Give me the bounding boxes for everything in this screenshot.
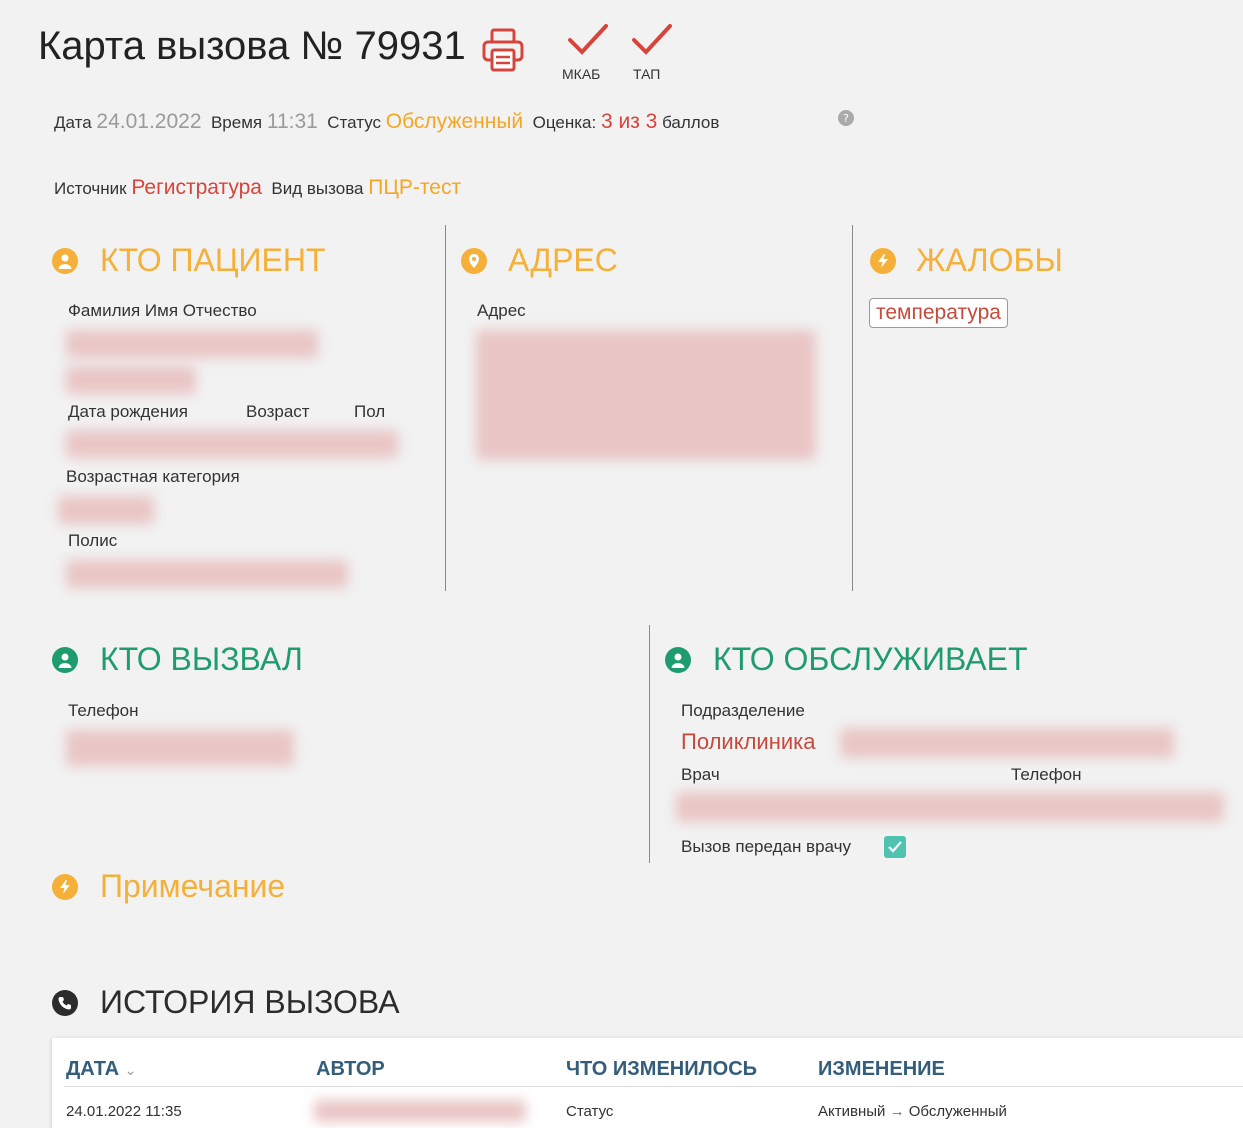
arrow-right-icon: → (889, 1103, 905, 1120)
check-icon (888, 841, 902, 853)
svg-text:?: ? (843, 112, 849, 125)
source-row: Источник Регистратура Вид вызова ПЦР-тес… (54, 176, 461, 200)
caller-heading: КТО ВЫЗВАЛ (100, 641, 303, 677)
fio-value (66, 330, 318, 358)
phone-history-icon (52, 990, 78, 1016)
history-heading: ИСТОРИЯ ВЫЗОВА (100, 984, 400, 1020)
col-change-header[interactable]: ИЗМЕНЕНИЕ (818, 1058, 945, 1081)
date-value: 24.01.2022 (96, 110, 202, 133)
patient-heading: КТО ПАЦИЕНТ (100, 242, 326, 278)
divider (445, 225, 446, 591)
age-label: Возраст (246, 402, 310, 421)
page-title: Карта вызова № 79931 (38, 24, 466, 68)
call-type-value: ПЦР-тест (368, 176, 462, 199)
time-label: Время (210, 113, 263, 132)
user-icon (52, 248, 78, 274)
user-icon (665, 647, 691, 673)
col-what-header[interactable]: ЧТО ИЗМЕНИЛОСЬ (566, 1058, 757, 1081)
fio-value (66, 366, 196, 394)
caller-phone-value (66, 730, 294, 766)
policy-label: Полис (68, 531, 118, 550)
row-what: Статус (566, 1103, 614, 1120)
printer-icon[interactable] (480, 26, 528, 74)
age-category-label: Возрастная категория (66, 467, 240, 486)
age-category-value (58, 496, 154, 524)
lightning-icon (870, 248, 896, 274)
division-detail (840, 728, 1174, 758)
source-label: Источник (54, 179, 127, 198)
doctor-value (676, 792, 1224, 822)
address-value (476, 330, 816, 460)
caller-phone-label: Телефон (68, 701, 139, 720)
row-change: Активный → Обслуженный (818, 1103, 1007, 1120)
rating-label: Оценка: (532, 113, 597, 132)
dob-label: Дата рождения (68, 402, 188, 421)
col-author-header[interactable]: АВТОР (316, 1058, 385, 1081)
col-date-header[interactable]: ДАТА ⌄ (66, 1058, 136, 1081)
sort-down-icon: ⌄ (124, 1062, 137, 1078)
row-change-from: Активный (818, 1103, 886, 1120)
rating-unit: баллов (662, 113, 720, 132)
time-value: 11:31 (266, 110, 318, 133)
transferred-checkbox[interactable] (884, 836, 906, 858)
fio-label: Фамилия Имя Отчество (68, 301, 257, 320)
header-divider (64, 1086, 1243, 1087)
divider (852, 225, 853, 591)
location-pin-icon (461, 248, 487, 274)
complaint-tag[interactable]: температура (869, 298, 1008, 328)
history-table: ДАТА ⌄ АВТОР ЧТО ИЗМЕНИЛОСЬ ИЗМЕНЕНИЕ 24… (52, 1038, 1243, 1128)
address-heading: АДРЕС (508, 242, 618, 278)
date-label: Дата (54, 113, 92, 132)
division-value: Поликлиника (681, 729, 816, 754)
user-icon (52, 647, 78, 673)
rating-value: 3 из 3 (600, 110, 658, 133)
sex-label: Пол (354, 402, 386, 421)
division-label: Подразделение (681, 701, 805, 720)
help-icon[interactable]: ? (838, 110, 854, 126)
status-label: Статус (327, 113, 382, 132)
policy-value (66, 560, 348, 588)
dob-age-sex-values (66, 430, 398, 458)
note-heading: Примечание (100, 868, 286, 904)
call-type-label: Вид вызова (271, 179, 364, 198)
col-date-label: ДАТА (66, 1058, 120, 1080)
service-heading: КТО ОБСЛУЖИВАЕТ (713, 641, 1028, 677)
doctor-phone-label: Телефон (1011, 765, 1082, 784)
row-date: 24.01.2022 11:35 (66, 1103, 182, 1120)
status-value: Обслуженный (385, 110, 524, 133)
row-author (314, 1100, 526, 1122)
doctor-label: Врач (681, 765, 720, 784)
mkab-label[interactable]: МКАБ (562, 66, 600, 82)
meta-row: Дата 24.01.2022 Время 11:31 Статус Обслу… (54, 110, 719, 134)
mkab-check-icon[interactable] (566, 20, 610, 60)
complaints-heading: ЖАЛОБЫ (916, 242, 1063, 278)
row-change-to: Обслуженный (908, 1103, 1007, 1120)
source-value: Регистратура (131, 176, 262, 199)
lightning-icon (52, 874, 78, 900)
transferred-label: Вызов передан врачу (681, 837, 851, 856)
address-label: Адрес (477, 301, 526, 320)
divider (649, 625, 650, 863)
tap-label[interactable]: ТАП (633, 66, 660, 82)
tap-check-icon[interactable] (630, 20, 674, 60)
